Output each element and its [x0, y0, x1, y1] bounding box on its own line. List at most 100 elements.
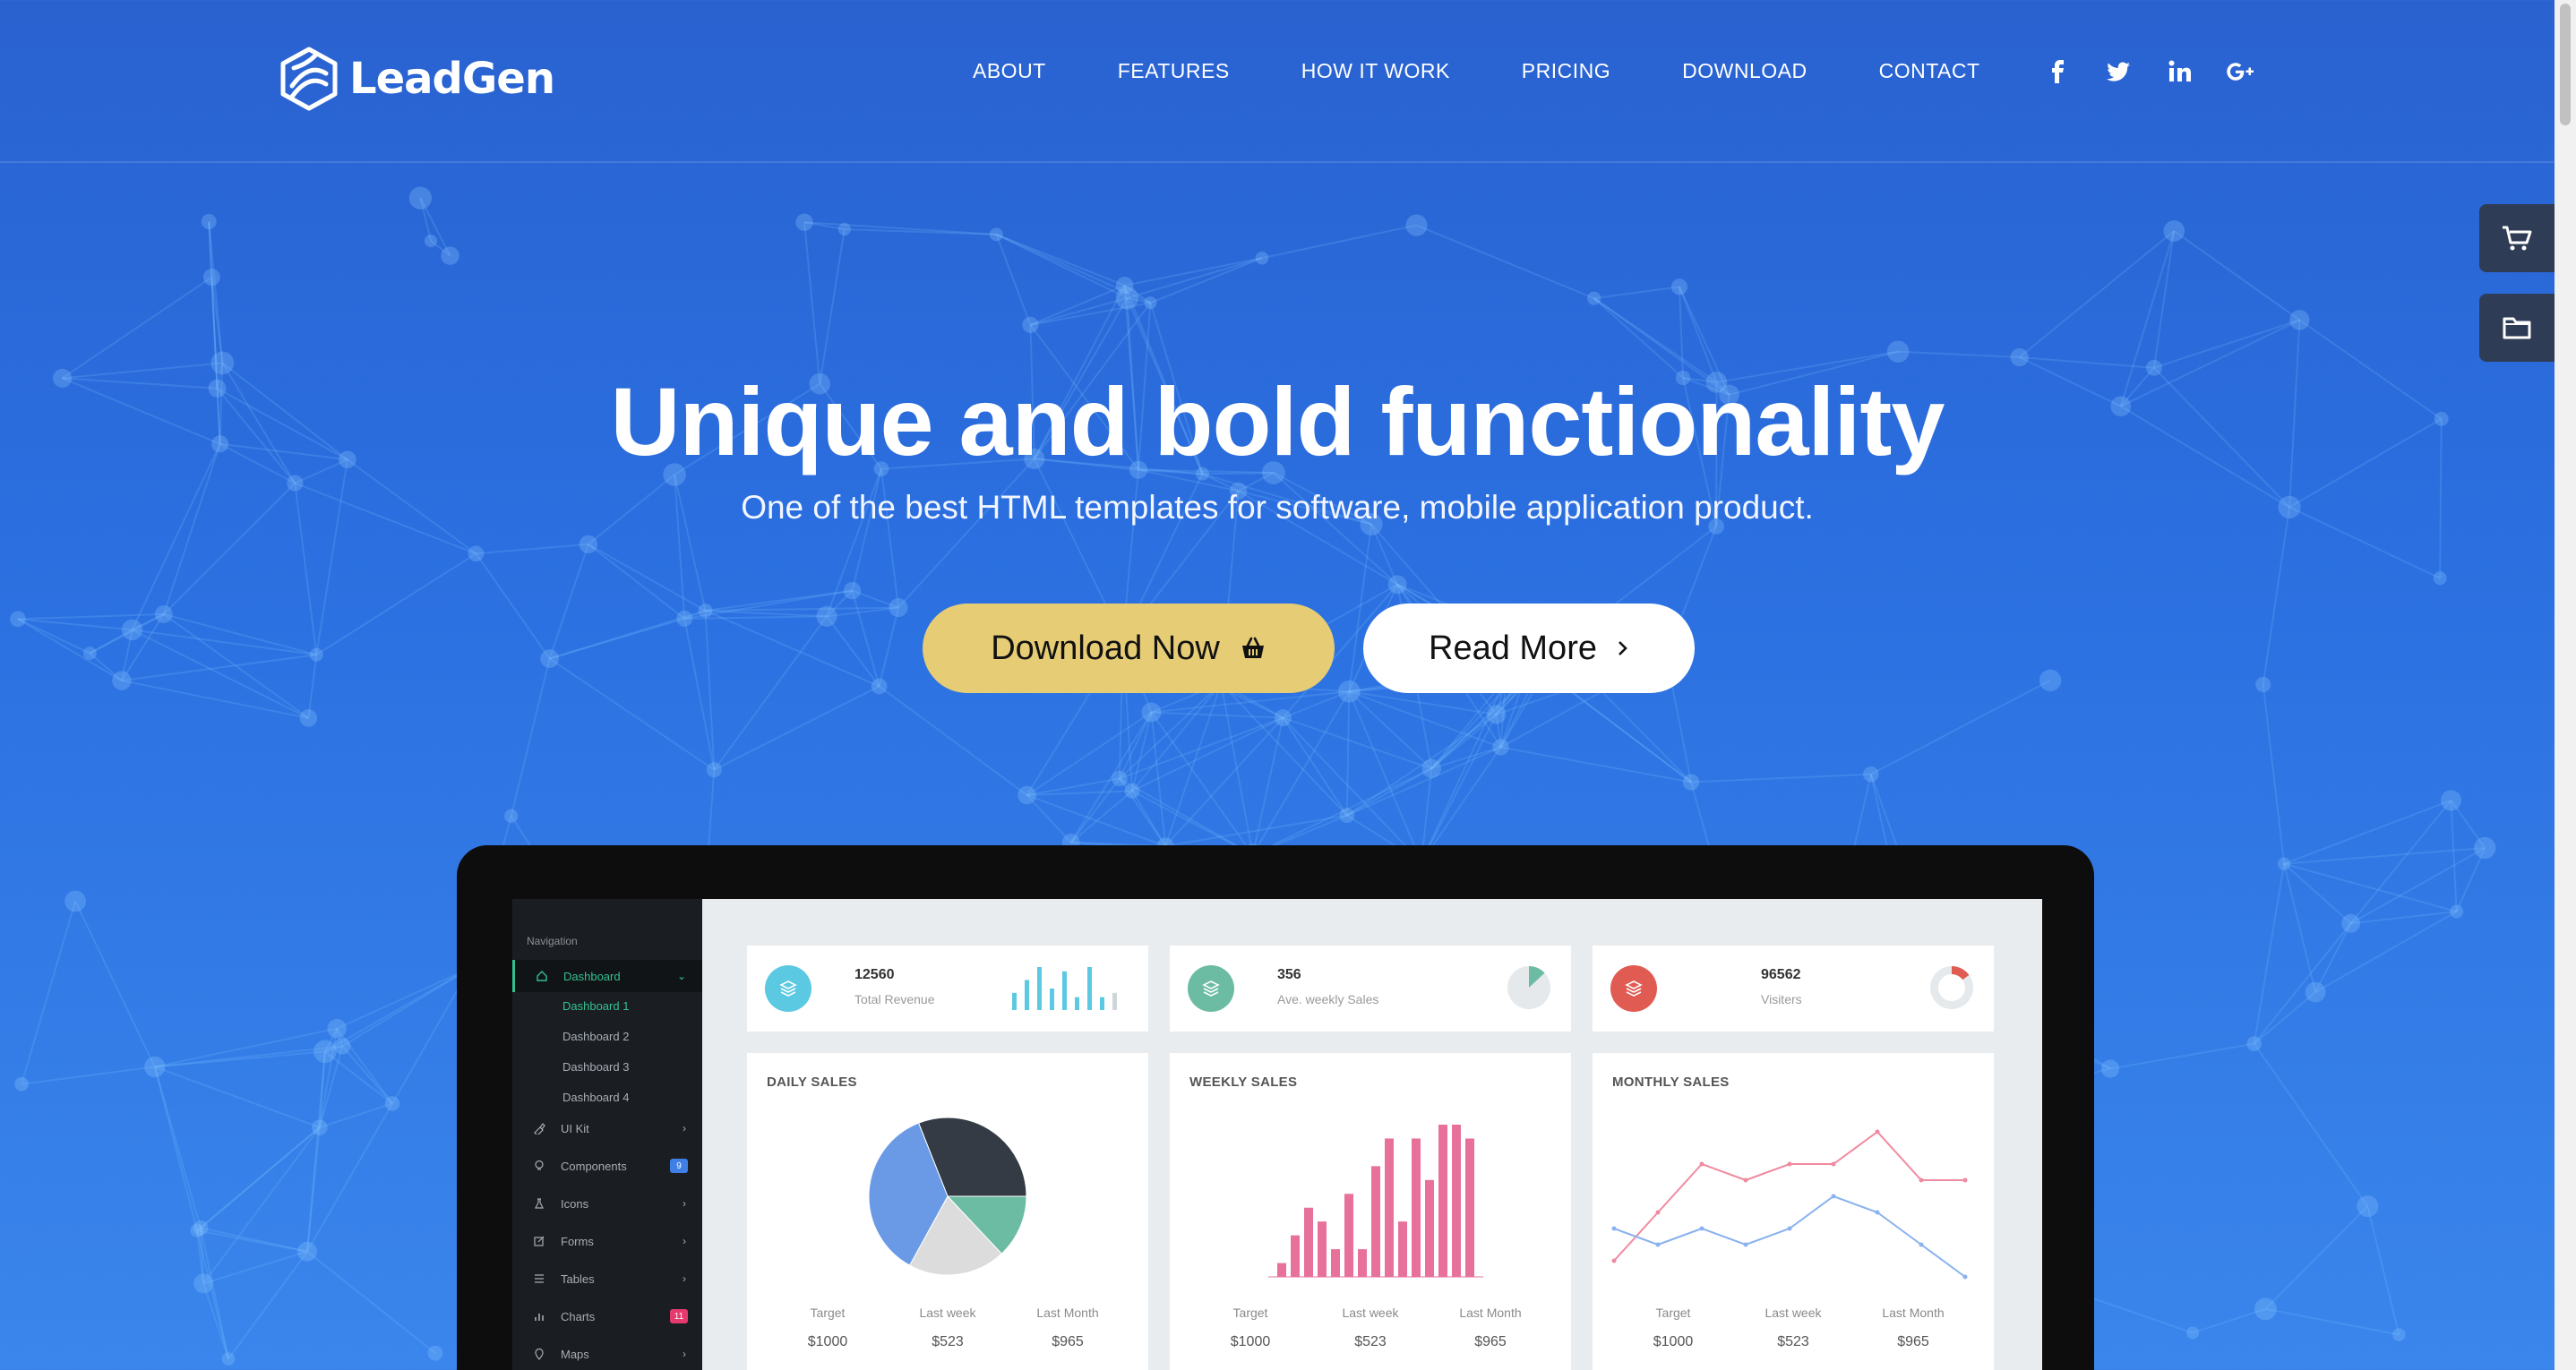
- network-line: [121, 654, 317, 682]
- footer-value-last-month: $965: [1897, 1334, 1929, 1349]
- folder-tab[interactable]: [2479, 294, 2555, 362]
- network-line: [803, 222, 821, 384]
- line-point: [1787, 1226, 1792, 1231]
- hero-title: Unique and bold functionality: [610, 367, 1945, 475]
- line-point: [1919, 1177, 1924, 1183]
- linkedin-icon[interactable]: [2162, 54, 2198, 90]
- sparkline-bar: [1037, 967, 1042, 1010]
- network-line: [2153, 319, 2300, 369]
- network-line: [1679, 287, 1685, 378]
- network-node: [2450, 904, 2464, 919]
- network-node: [190, 1223, 204, 1237]
- network-line: [851, 468, 882, 591]
- network-line: [1151, 711, 1284, 719]
- network-node: [82, 646, 97, 660]
- footer-value-target: $1000: [1230, 1334, 1271, 1349]
- sidebar-subitem-dashboard-3[interactable]: Dashboard 3: [562, 1060, 629, 1074]
- sidebar-item-dashboard[interactable]: Dashboard ⌄: [512, 960, 702, 992]
- network-line: [2350, 847, 2486, 925]
- network-node: [837, 222, 851, 236]
- weekly-sales-mini-pie: [1507, 966, 1550, 1009]
- network-node: [1682, 774, 1700, 791]
- cart-tab[interactable]: [2479, 204, 2555, 272]
- facebook-icon[interactable]: [2040, 54, 2076, 90]
- network-line: [1346, 714, 1498, 817]
- weekly-sales-bar-chart: [1268, 1125, 1483, 1278]
- read-more-button[interactable]: Read More: [1363, 604, 1695, 693]
- laptop-mockup: Navigation Dashboard ⌄ Dashboard 1 Dashb…: [457, 845, 2094, 1370]
- nav-features[interactable]: FEATURES: [1118, 59, 1230, 83]
- sparkline-bar: [1025, 980, 1029, 1010]
- network-node: [2010, 347, 2029, 367]
- network-line: [2173, 230, 2300, 321]
- network-line: [154, 1027, 338, 1068]
- chevron-right-icon: ›: [683, 1122, 686, 1135]
- line-point: [1919, 1242, 1924, 1247]
- network-node: [1274, 709, 1292, 727]
- network-node: [309, 647, 323, 662]
- sidebar-item-icons[interactable]: Icons ›: [512, 1187, 702, 1220]
- stat-card-revenue: 12560 Total Revenue: [747, 946, 1148, 1032]
- weekly-bar: [1425, 1179, 1434, 1277]
- line-point: [1743, 1177, 1748, 1183]
- network-line: [705, 610, 880, 688]
- weekly-bar: [1465, 1138, 1474, 1277]
- network-line: [1119, 682, 1223, 780]
- layers-icon: [1610, 965, 1657, 1012]
- footer-label-last-month: Last Month: [1882, 1306, 1945, 1320]
- network-node: [64, 890, 87, 912]
- network-line: [315, 552, 477, 656]
- network-node: [843, 581, 862, 600]
- sidebar-heading: Navigation: [527, 935, 578, 947]
- network-line: [62, 276, 212, 380]
- network-line: [1593, 286, 1680, 300]
- network-line: [1150, 257, 1263, 304]
- edit-icon: [530, 1235, 548, 1247]
- weekly-bar: [1452, 1125, 1461, 1277]
- line-point: [1655, 1210, 1661, 1215]
- read-more-label: Read More: [1429, 629, 1597, 667]
- sidebar-item-maps[interactable]: Maps ›: [512, 1338, 702, 1370]
- weekly-bar: [1331, 1249, 1340, 1277]
- network-node: [327, 1018, 347, 1039]
- monthly-sales-line-chart: [1611, 1129, 1968, 1280]
- network-node: [427, 1345, 443, 1361]
- sidebar-item-charts[interactable]: Charts 11: [512, 1300, 702, 1332]
- page-scrollbar[interactable]: [2555, 0, 2576, 1370]
- nav-about[interactable]: ABOUT: [973, 59, 1046, 83]
- stat-label: Visiters: [1761, 992, 1802, 1006]
- sidebar-subitem-dashboard-1[interactable]: Dashboard 1: [562, 999, 629, 1013]
- network-node: [312, 1119, 328, 1135]
- footer-label-last-month: Last Month: [1036, 1306, 1099, 1320]
- network-node: [144, 1056, 166, 1078]
- daily-sales-panel: DAILY SALES Target Last week Last Month …: [747, 1053, 1148, 1370]
- sidebar-item-tables[interactable]: Tables ›: [512, 1263, 702, 1295]
- download-now-button[interactable]: Download Now: [923, 604, 1335, 693]
- logo[interactable]: LeadGen: [279, 47, 555, 111]
- network-line: [1164, 716, 1284, 847]
- network-node: [1387, 575, 1407, 595]
- nav-contact[interactable]: CONTACT: [1879, 59, 1980, 83]
- sidebar-item-ui-kit[interactable]: UI Kit ›: [512, 1112, 702, 1144]
- scroll-thumb[interactable]: [2560, 4, 2571, 125]
- footer-value-last-month: $965: [1052, 1334, 1084, 1349]
- network-node: [424, 234, 438, 248]
- twitter-icon[interactable]: [2101, 54, 2137, 90]
- sidebar-subitem-dashboard-2[interactable]: Dashboard 2: [562, 1030, 629, 1043]
- nav-download[interactable]: DOWNLOAD: [1682, 59, 1807, 83]
- nav-how-it-work[interactable]: HOW IT WORK: [1301, 59, 1450, 83]
- network-node: [1112, 770, 1128, 787]
- network-node: [313, 1040, 337, 1064]
- nav-pricing[interactable]: PRICING: [1522, 59, 1610, 83]
- google-plus-icon[interactable]: [2223, 54, 2259, 90]
- network-line: [228, 1251, 308, 1360]
- network-node: [2341, 913, 2361, 933]
- sidebar-item-components[interactable]: Components 9: [512, 1150, 702, 1182]
- sidebar-subitem-dashboard-4[interactable]: Dashboard 4: [562, 1091, 629, 1104]
- network-line: [21, 1066, 155, 1085]
- network-line: [588, 544, 685, 620]
- sidebar-item-label: UI Kit: [561, 1121, 589, 1135]
- sidebar-item-forms[interactable]: Forms ›: [512, 1225, 702, 1257]
- line-point: [1831, 1194, 1836, 1199]
- hero-subtitle: One of the best HTML templates for softw…: [741, 489, 1814, 526]
